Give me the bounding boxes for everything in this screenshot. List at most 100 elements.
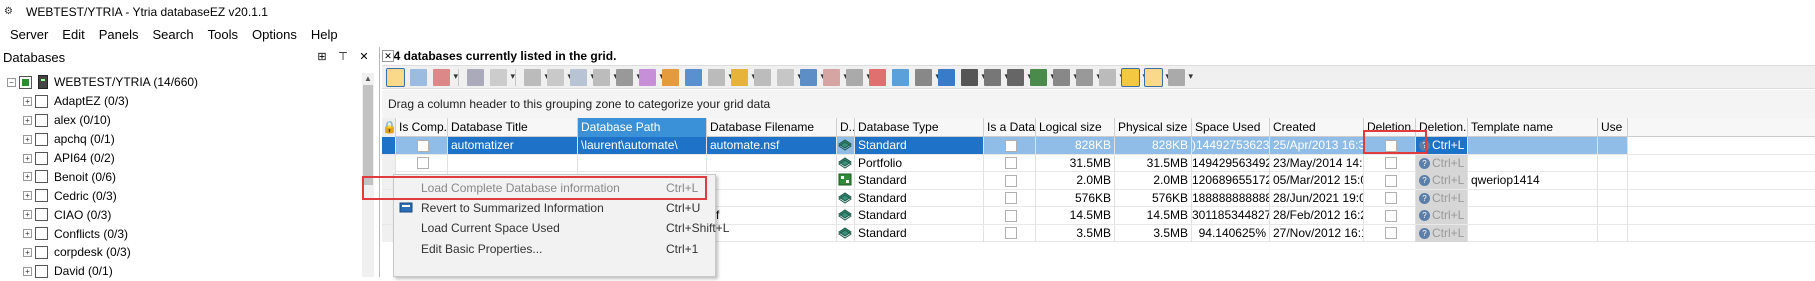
filter-rows-icon[interactable] xyxy=(433,68,458,86)
menu-item-edit-properties[interactable]: Edit Basic Properties... Ctrl+1 xyxy=(394,239,717,259)
cell-logical-size[interactable]: 14.5MB xyxy=(1036,207,1115,224)
col-header-database-type[interactable]: Database Type xyxy=(855,118,984,137)
cell-space-used[interactable]: 1888888888889% xyxy=(1192,189,1270,207)
columns-select-icon[interactable] xyxy=(1053,68,1078,86)
cell-logical-size[interactable]: 576KB xyxy=(1036,189,1115,207)
tree-item[interactable]: + apchq (0/1) xyxy=(0,130,360,149)
expand-icon[interactable]: + xyxy=(23,172,32,182)
cell-template[interactable] xyxy=(1468,154,1598,172)
cell-physical-size[interactable]: 828KB xyxy=(1115,137,1192,154)
menu-tools[interactable]: Tools xyxy=(201,27,245,42)
tree-checkbox[interactable] xyxy=(35,132,48,146)
table-row[interactable]: Portfolio 31.5MB 31.5MB 1494295634921% 2… xyxy=(382,154,1815,172)
checkbox[interactable] xyxy=(1005,209,1017,222)
sort-az-icon[interactable] xyxy=(1030,68,1055,86)
cell-path[interactable]: \laurent\automate\ xyxy=(578,137,707,154)
col-header-created[interactable]: Created xyxy=(1270,118,1364,137)
col-header-d[interactable]: D... xyxy=(837,118,855,137)
expand-icon[interactable]: + xyxy=(23,153,32,163)
highlight-icon[interactable] xyxy=(731,68,756,86)
tree-item[interactable]: + Conflicts (0/3) xyxy=(0,224,360,243)
close-icon[interactable]: ✕ xyxy=(357,50,371,63)
grid-view-icon[interactable] xyxy=(386,67,405,87)
maximize-icon[interactable]: ⊞ xyxy=(315,50,329,63)
columns-icon[interactable] xyxy=(467,68,484,86)
col-header-template-name[interactable]: Template name xyxy=(1468,118,1598,137)
cell-title[interactable] xyxy=(448,154,578,172)
cell-type[interactable]: Standard xyxy=(855,189,984,207)
tree-checkbox[interactable] xyxy=(19,75,32,89)
cell-path[interactable] xyxy=(578,154,707,172)
expand-icon[interactable]: + xyxy=(23,96,32,106)
cell-template[interactable] xyxy=(1468,189,1598,207)
tree-item[interactable]: + David (0/1) xyxy=(0,262,360,281)
expand-icon[interactable]: + xyxy=(23,191,32,201)
edit-columns-icon[interactable] xyxy=(1076,68,1101,86)
cell-type[interactable]: Portfolio xyxy=(855,154,984,172)
menu-item-revert[interactable]: Revert to Summarized Information Ctrl+U xyxy=(394,198,717,218)
cell-space-used[interactable]: 3011853448276% xyxy=(1192,207,1270,224)
col-header-space-used[interactable]: Space Used xyxy=(1192,118,1270,137)
cell-logical-size[interactable]: 31.5MB xyxy=(1036,154,1115,172)
collapse-icon[interactable]: − xyxy=(7,77,16,87)
menu-search[interactable]: Search xyxy=(145,27,200,42)
checkbox[interactable] xyxy=(1385,174,1397,187)
cell-space-used[interactable]: 94.140625% xyxy=(1192,224,1270,242)
cell-physical-size[interactable]: 3.5MB xyxy=(1115,224,1192,242)
tree-checkbox[interactable] xyxy=(35,151,48,165)
checkbox[interactable] xyxy=(1005,227,1017,240)
table-row[interactable]: automatizer \laurent\automate\ automate.… xyxy=(382,137,1815,155)
checkbox[interactable] xyxy=(1005,139,1017,152)
checkbox[interactable] xyxy=(417,139,429,152)
tree-checkbox[interactable] xyxy=(35,264,48,278)
tree-item[interactable]: + Benoit (0/6) xyxy=(0,167,360,186)
tree-checkbox[interactable] xyxy=(35,113,48,127)
checkbox[interactable] xyxy=(1385,192,1397,205)
select-icon[interactable] xyxy=(547,68,572,86)
cell-logical-size[interactable]: 3.5MB xyxy=(1036,224,1115,242)
cell-created[interactable]: 28/Jun/2021 19:03 xyxy=(1270,189,1364,207)
chart-icon[interactable] xyxy=(662,68,679,86)
cell-deletion[interactable]: ? Ctrl+L xyxy=(1416,154,1468,172)
cell-template[interactable] xyxy=(1468,207,1598,224)
cell-space-used[interactable]: 1494295634921% xyxy=(1192,154,1270,172)
histogram-icon[interactable] xyxy=(823,68,848,86)
cell-created[interactable]: 25/Apr/2013 16:37 xyxy=(1270,137,1364,154)
cell-title[interactable]: automatizer xyxy=(448,137,578,154)
cell-logical-size[interactable]: 2.0MB xyxy=(1036,172,1115,189)
checkbox[interactable] xyxy=(417,157,429,170)
sort-icon[interactable] xyxy=(593,68,618,86)
checkbox[interactable] xyxy=(1005,157,1017,170)
table-icon[interactable] xyxy=(410,68,427,86)
expand-icon[interactable]: + xyxy=(23,115,32,125)
cell-type[interactable]: Standard xyxy=(855,224,984,242)
col-header-use[interactable]: Use xyxy=(1598,118,1628,137)
cell-space-used[interactable]: 1206896551724% xyxy=(1192,172,1270,189)
hierarchy-icon[interactable] xyxy=(708,68,733,86)
checkbox[interactable] xyxy=(1005,192,1017,205)
cell-template[interactable]: qweriop1414 xyxy=(1468,172,1598,189)
cell-type[interactable]: Standard xyxy=(855,207,984,224)
tree-scrollbar[interactable]: ▲ xyxy=(362,73,374,277)
cell-type[interactable]: Standard xyxy=(855,172,984,189)
expand-icon[interactable]: + xyxy=(23,266,32,276)
checkbox[interactable] xyxy=(1385,157,1397,170)
group-icon[interactable] xyxy=(524,68,549,86)
menu-help[interactable]: Help xyxy=(304,27,345,42)
export-icon[interactable] xyxy=(639,68,664,86)
menu-options[interactable]: Options xyxy=(245,27,304,42)
cell-space-used[interactable]: )144927536232% xyxy=(1192,137,1270,154)
col-header-physical-size[interactable]: Physical size xyxy=(1115,118,1192,137)
pin-icon[interactable]: ⊤ xyxy=(336,50,350,63)
menu-server[interactable]: Server xyxy=(3,27,55,42)
totals-icon[interactable] xyxy=(777,68,802,86)
tree-checkbox[interactable] xyxy=(35,170,48,184)
cell-physical-size[interactable]: 2.0MB xyxy=(1115,172,1192,189)
sync-icon[interactable] xyxy=(938,68,955,86)
cell-filename[interactable]: automate.nsf xyxy=(707,137,837,154)
col-header-is-a-data[interactable]: Is a Data... xyxy=(984,118,1036,137)
cell-filename[interactable] xyxy=(707,154,837,172)
pivot-icon[interactable] xyxy=(754,68,771,86)
col-header-is-complete[interactable]: Is Comp... xyxy=(396,118,448,137)
menu-panels[interactable]: Panels xyxy=(92,27,146,42)
